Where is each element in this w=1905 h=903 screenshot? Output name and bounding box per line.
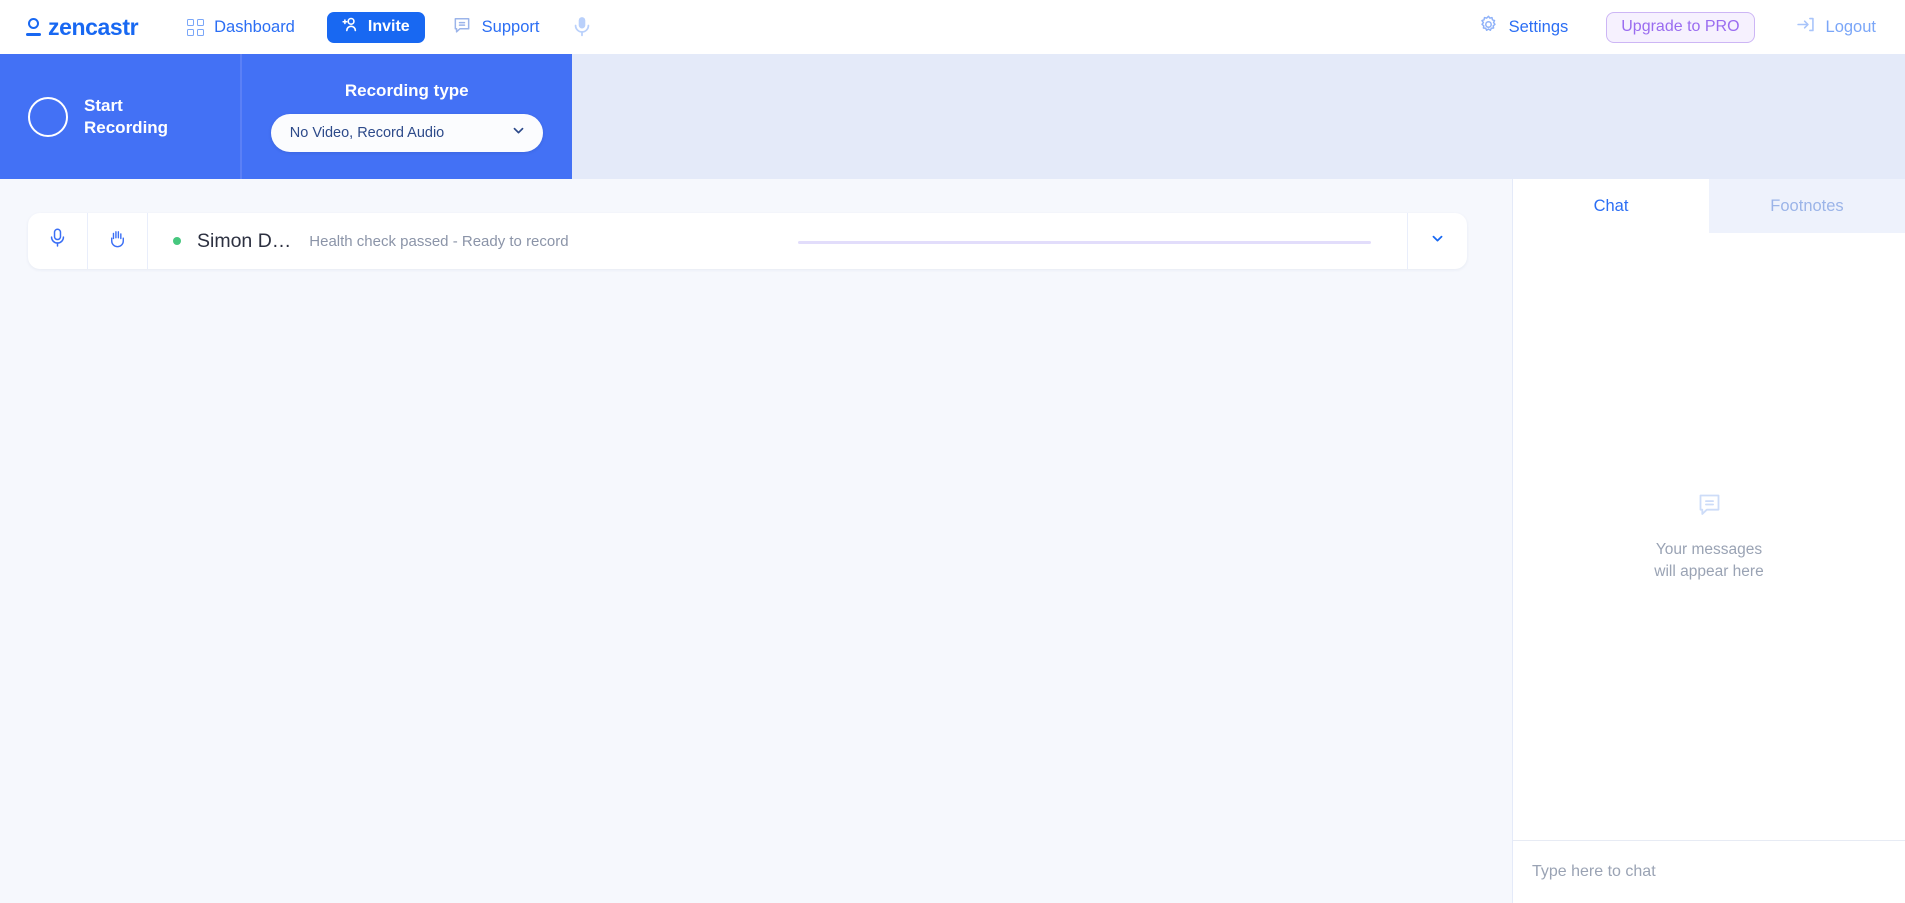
zencastr-logo[interactable]: zencastr bbox=[26, 13, 139, 41]
chat-bubble-lines-icon bbox=[452, 15, 472, 40]
recording-type-label: Recording type bbox=[344, 81, 469, 100]
chat-panel: Chat Footnotes Your messages will appear… bbox=[1512, 179, 1905, 903]
header-right-group: Settings Upgrade to PRO Logout bbox=[1478, 11, 1876, 43]
recording-type-group: Recording type No Video, Record Audio bbox=[242, 54, 573, 179]
nav-support[interactable]: Support bbox=[452, 10, 540, 44]
recording-bar: Start Recording Recording type No Video,… bbox=[0, 54, 1905, 179]
settings-label: Settings bbox=[1508, 17, 1569, 36]
participant-row: Simon D… Health check passed - Ready to … bbox=[28, 213, 1467, 269]
app-header: zencastr Dashboard Invite Support Settin… bbox=[0, 0, 1905, 54]
raised-hand-icon bbox=[107, 227, 128, 255]
participant-status: Health check passed - Ready to record bbox=[309, 232, 569, 250]
logout-button[interactable]: Logout bbox=[1795, 14, 1876, 40]
logout-arrow-icon bbox=[1795, 14, 1816, 40]
chevron-down-icon bbox=[1430, 231, 1445, 251]
chat-input-container bbox=[1513, 840, 1905, 903]
upgrade-to-pro-button[interactable]: Upgrade to PRO bbox=[1606, 11, 1755, 43]
chevron-down-icon bbox=[511, 123, 526, 143]
participant-mute-button[interactable] bbox=[28, 213, 87, 269]
chat-empty-message: Your messages will appear here bbox=[1654, 540, 1764, 580]
nav-dashboard[interactable]: Dashboard bbox=[187, 10, 295, 44]
tab-chat[interactable]: Chat bbox=[1513, 179, 1709, 233]
online-status-dot bbox=[173, 237, 181, 245]
tab-chat-label: Chat bbox=[1593, 196, 1629, 215]
logout-label: Logout bbox=[1825, 17, 1876, 36]
chat-panel-tabs: Chat Footnotes bbox=[1513, 179, 1905, 233]
participant-expand-button[interactable] bbox=[1408, 213, 1467, 269]
header-microphone-icon[interactable] bbox=[571, 15, 593, 39]
participant-raise-hand-button[interactable] bbox=[88, 213, 147, 269]
audio-level-meter bbox=[798, 241, 1371, 244]
upgrade-label: Upgrade to PRO bbox=[1621, 18, 1740, 35]
zencastr-mark-icon bbox=[26, 16, 41, 38]
tab-footnotes-label: Footnotes bbox=[1770, 196, 1844, 215]
start-recording-button[interactable]: Start Recording bbox=[0, 54, 240, 179]
microphone-icon bbox=[47, 227, 68, 255]
chat-bubble-lines-icon bbox=[1696, 491, 1723, 523]
start-recording-label: Start Recording bbox=[84, 95, 169, 137]
main-content: Simon D… Health check passed - Ready to … bbox=[0, 179, 1512, 903]
record-circle-icon bbox=[28, 96, 68, 137]
invite-label: Invite bbox=[367, 18, 410, 35]
add-user-icon bbox=[340, 15, 359, 39]
tab-footnotes[interactable]: Footnotes bbox=[1709, 179, 1905, 233]
grid-icon bbox=[187, 18, 205, 36]
participant-name: Simon D… bbox=[197, 229, 292, 252]
recording-bar-blue-panel: Start Recording Recording type No Video,… bbox=[0, 54, 572, 179]
settings-button[interactable]: Settings bbox=[1478, 14, 1569, 40]
nav-support-label: Support bbox=[481, 17, 540, 36]
participant-info: Simon D… Health check passed - Ready to … bbox=[148, 213, 1407, 269]
gear-icon bbox=[1478, 14, 1499, 40]
invite-button[interactable]: Invite bbox=[326, 11, 425, 43]
chat-input[interactable] bbox=[1513, 841, 1905, 903]
nav-dashboard-label: Dashboard bbox=[214, 17, 295, 36]
recording-type-value: No Video, Record Audio bbox=[289, 125, 445, 141]
chat-empty-state: Your messages will appear here bbox=[1513, 233, 1905, 840]
logo-text: zencastr bbox=[48, 13, 139, 40]
recording-type-select[interactable]: No Video, Record Audio bbox=[270, 114, 543, 152]
